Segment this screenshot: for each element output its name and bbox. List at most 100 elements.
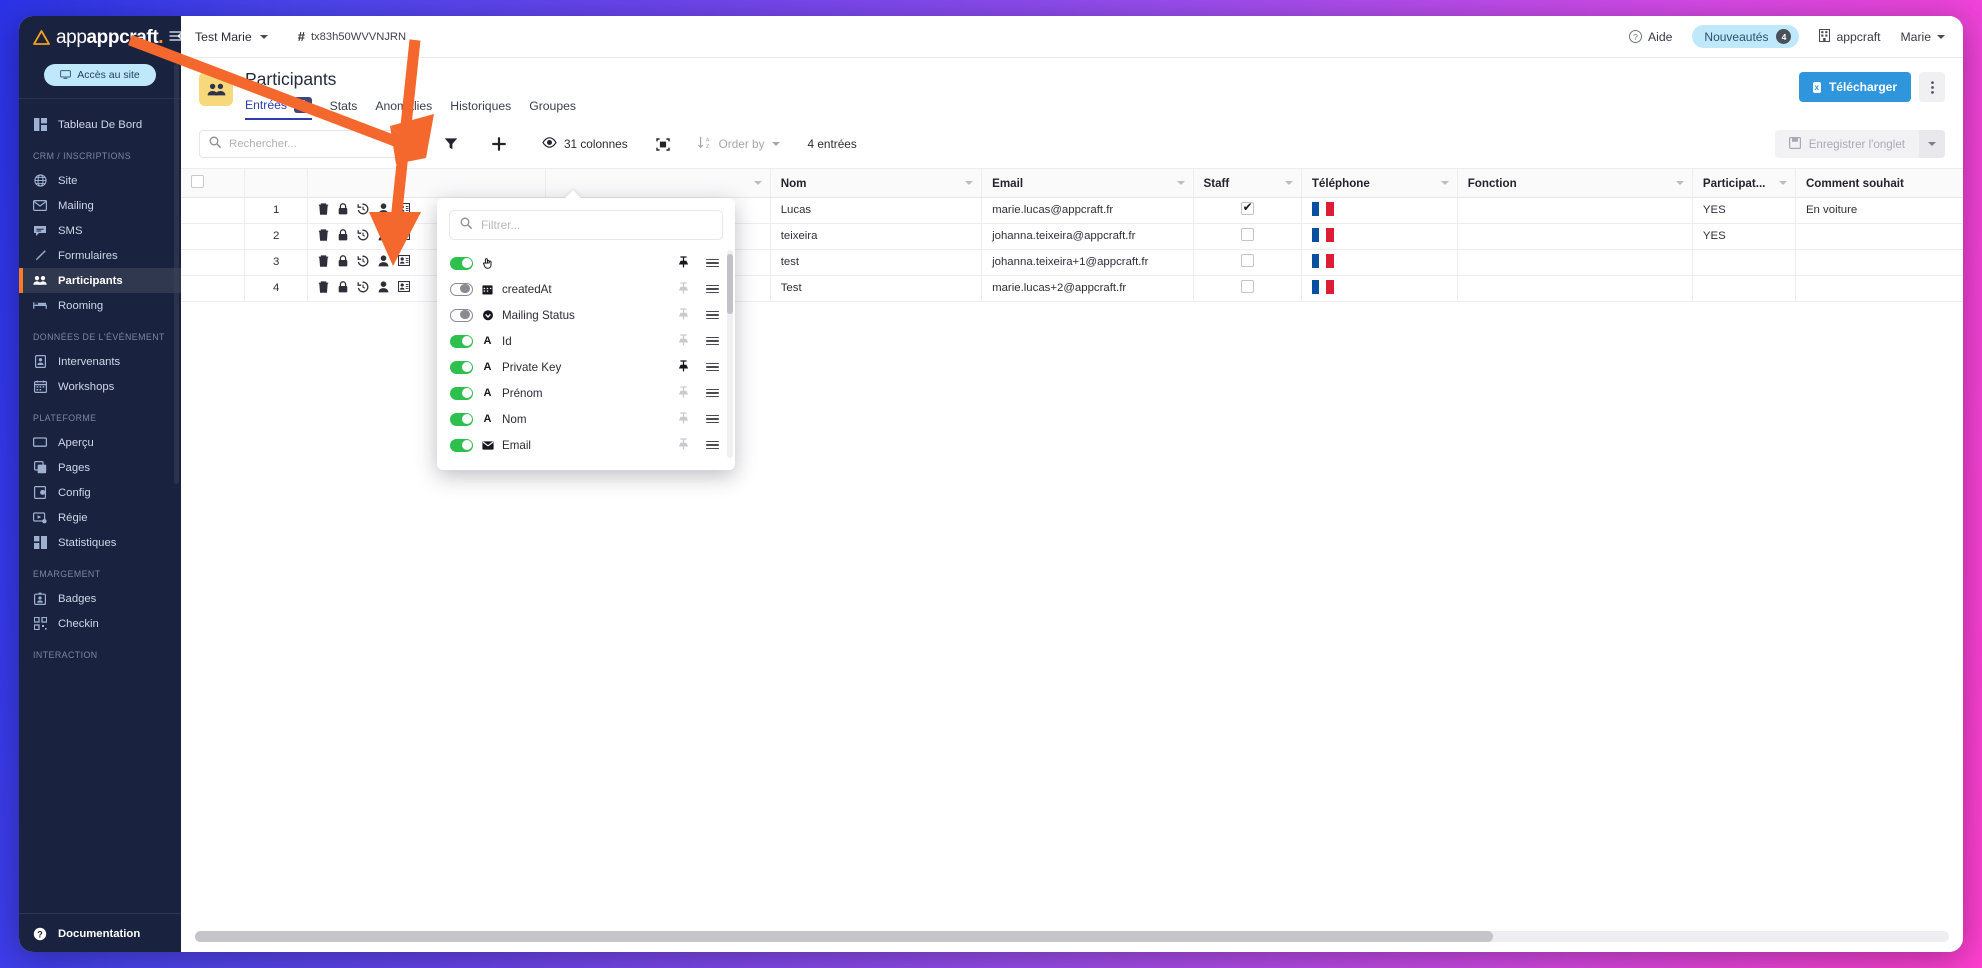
- pin-icon[interactable]: [678, 308, 689, 323]
- trash-icon[interactable]: [318, 203, 329, 218]
- column-row[interactable]: createdAt: [437, 276, 731, 302]
- reorder-handle-icon[interactable]: [706, 415, 719, 424]
- user-icon[interactable]: [378, 203, 389, 218]
- column-header-staff[interactable]: Staff: [1193, 169, 1301, 197]
- chevron-down-icon[interactable]: [1676, 181, 1684, 185]
- column-toggle[interactable]: [450, 387, 473, 400]
- column-row[interactable]: [437, 250, 731, 276]
- id-badge-icon[interactable]: [398, 229, 410, 243]
- column-header-comment[interactable]: Comment souhait: [1795, 169, 1963, 197]
- menu-collapse-icon[interactable]: [169, 30, 181, 45]
- pin-icon[interactable]: [678, 412, 689, 427]
- column-row[interactable]: A Prénom: [437, 380, 731, 406]
- row-select-cell[interactable]: [181, 275, 244, 301]
- columns-filter-box[interactable]: [449, 210, 723, 240]
- user-icon[interactable]: [378, 255, 389, 270]
- sidebar-item-apercu[interactable]: Aperçu: [19, 430, 181, 455]
- trash-icon[interactable]: [318, 255, 329, 270]
- sidebar-item-regie[interactable]: Régie: [19, 505, 181, 530]
- tab-stats[interactable]: Stats: [330, 99, 358, 118]
- download-button[interactable]: x Télécharger: [1799, 72, 1912, 102]
- user-icon[interactable]: [378, 229, 389, 244]
- column-toggle[interactable]: [450, 413, 473, 426]
- sidebar-item-rooming[interactable]: Rooming: [19, 293, 181, 318]
- row-select-cell[interactable]: [181, 223, 244, 249]
- pin-icon[interactable]: [678, 334, 689, 349]
- expand-icon[interactable]: [656, 138, 670, 151]
- column-header-nom[interactable]: Nom: [770, 169, 981, 197]
- help-button[interactable]: ? Aide: [1629, 30, 1672, 44]
- table-horizontal-scrollbar[interactable]: [181, 931, 1963, 943]
- column-row[interactable]: A Nom: [437, 406, 731, 432]
- column-header-participat[interactable]: Participat...: [1692, 169, 1795, 197]
- scrollbar-thumb[interactable]: [195, 931, 1493, 942]
- column-toggle[interactable]: [450, 439, 473, 452]
- cell-staff[interactable]: [1193, 275, 1301, 301]
- sidebar-item-tableau-de-bord[interactable]: Tableau De Bord: [19, 112, 181, 137]
- id-badge-icon[interactable]: [398, 255, 410, 269]
- save-tab-button[interactable]: Enregistrer l'onglet: [1775, 130, 1919, 158]
- funnel-icon[interactable]: [444, 137, 458, 151]
- sidebar-item-participants[interactable]: Participants: [19, 268, 181, 293]
- cell-staff[interactable]: [1193, 223, 1301, 249]
- reorder-handle-icon[interactable]: [706, 311, 719, 320]
- column-row[interactable]: A Id: [437, 328, 731, 354]
- sidebar-item-mailing[interactable]: Mailing: [19, 193, 181, 218]
- sidebar-item-sms[interactable]: SMS: [19, 218, 181, 243]
- select-all-checkbox[interactable]: [191, 175, 204, 188]
- cell-staff[interactable]: [1193, 197, 1301, 223]
- column-toggle[interactable]: [450, 361, 473, 374]
- staff-checkbox[interactable]: [1241, 202, 1254, 215]
- sidebar-item-workshops[interactable]: Workshops: [19, 374, 181, 399]
- row-select-cell[interactable]: [181, 249, 244, 275]
- chevron-down-icon[interactable]: [965, 181, 973, 185]
- columns-scrollbar-thumb[interactable]: [727, 254, 733, 314]
- tab-groupes[interactable]: Groupes: [529, 99, 576, 118]
- columns-filter-input[interactable]: [481, 218, 712, 232]
- page-kebab-button[interactable]: [1919, 72, 1945, 102]
- history-icon[interactable]: [357, 281, 369, 296]
- user-icon[interactable]: [378, 281, 389, 296]
- lock-icon[interactable]: [338, 229, 348, 244]
- sidebar-item-site[interactable]: Site: [19, 168, 181, 193]
- column-header-email[interactable]: Email: [982, 169, 1193, 197]
- sidebar-item-checkin[interactable]: Checkin: [19, 611, 181, 636]
- sidebar-item-formulaires[interactable]: Formulaires: [19, 243, 181, 268]
- chevron-down-icon[interactable]: [1779, 181, 1787, 185]
- pin-icon[interactable]: [678, 256, 689, 271]
- search-box[interactable]: [199, 130, 399, 158]
- sidebar-item-config[interactable]: Config: [19, 480, 181, 505]
- pin-icon[interactable]: [678, 386, 689, 401]
- cell-staff[interactable]: [1193, 249, 1301, 275]
- columns-button[interactable]: 31 colonnes: [542, 137, 628, 151]
- history-icon[interactable]: [357, 203, 369, 218]
- column-header-fonction[interactable]: Fonction: [1457, 169, 1692, 197]
- staff-checkbox[interactable]: [1241, 228, 1254, 241]
- column-row[interactable]: Staff: [437, 458, 731, 462]
- reorder-handle-icon[interactable]: [706, 337, 719, 346]
- column-toggle[interactable]: [450, 309, 473, 322]
- workspace-button[interactable]: appcraft: [1819, 29, 1880, 45]
- chevron-down-icon[interactable]: [1177, 181, 1185, 185]
- row-select-cell[interactable]: [181, 197, 244, 223]
- pin-icon[interactable]: [678, 438, 689, 453]
- tab-anomalies[interactable]: Anomalies: [375, 99, 432, 118]
- reorder-handle-icon[interactable]: [706, 441, 719, 450]
- column-row[interactable]: A Private Key: [437, 354, 731, 380]
- staff-checkbox[interactable]: [1241, 254, 1254, 267]
- select-all-header[interactable]: [181, 169, 244, 197]
- save-tab-dropdown-button[interactable]: [1919, 130, 1945, 158]
- sidebar-item-documentation[interactable]: ? Documentation: [19, 921, 181, 946]
- pin-icon[interactable]: [678, 360, 689, 375]
- trash-icon[interactable]: [318, 281, 329, 296]
- column-row[interactable]: Mailing Status: [437, 302, 731, 328]
- reorder-handle-icon[interactable]: [706, 363, 719, 372]
- trash-icon[interactable]: [318, 229, 329, 244]
- tab-historiques[interactable]: Historiques: [450, 99, 511, 118]
- sidebar-item-badges[interactable]: Badges: [19, 586, 181, 611]
- plus-icon[interactable]: [492, 137, 506, 151]
- order-by-button[interactable]: AZ Order by: [698, 136, 780, 152]
- column-toggle[interactable]: [450, 283, 473, 296]
- chevron-down-icon[interactable]: [1285, 181, 1293, 185]
- user-menu[interactable]: Marie: [1901, 30, 1945, 44]
